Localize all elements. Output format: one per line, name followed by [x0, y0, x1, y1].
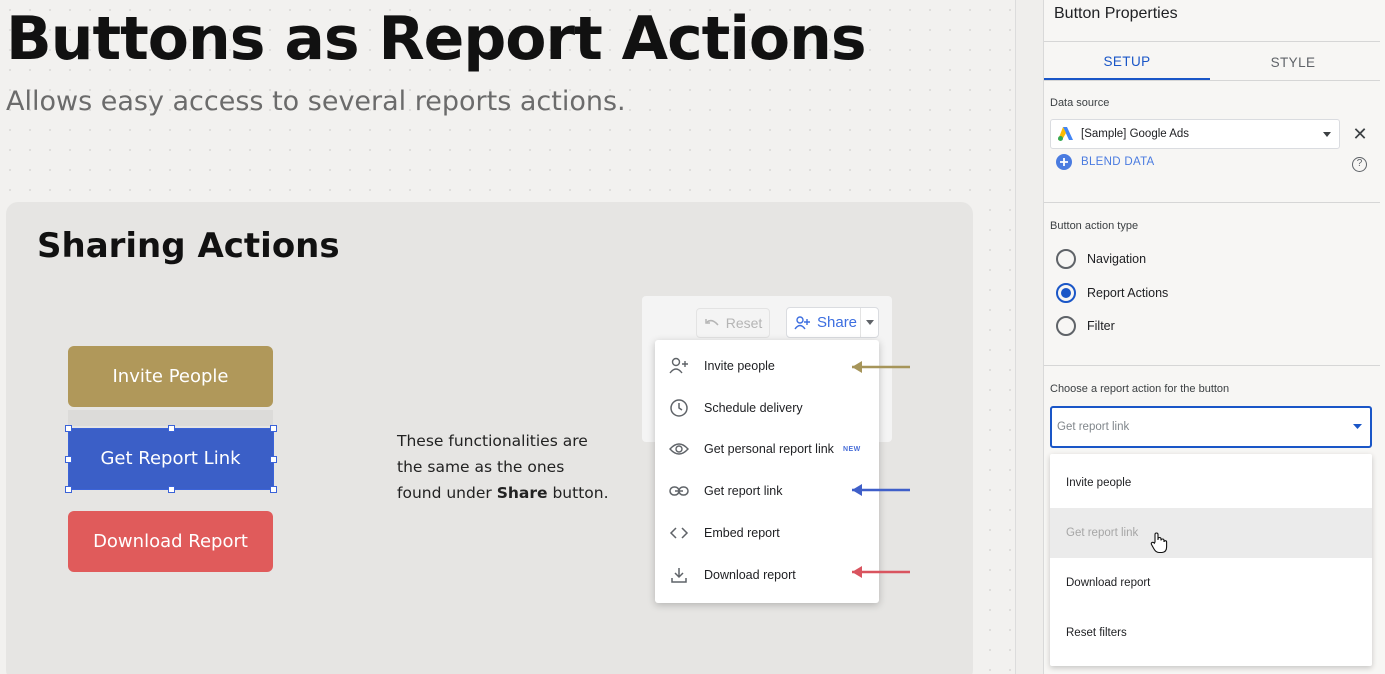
- invite-people-button[interactable]: Invite People: [68, 346, 273, 407]
- arrow-left-icon: [852, 484, 910, 496]
- download-report-button[interactable]: Download Report: [68, 511, 273, 572]
- person-add-icon: [669, 357, 688, 374]
- resize-handle[interactable]: [65, 425, 72, 432]
- radio-button-selected[interactable]: [1056, 283, 1076, 303]
- divider: [1044, 80, 1380, 81]
- card-title: Sharing Actions: [37, 226, 340, 266]
- resize-handle[interactable]: [65, 486, 72, 493]
- option-invite-people[interactable]: Invite people: [1050, 458, 1372, 508]
- eye-icon: [669, 443, 689, 455]
- tab-style[interactable]: STYLE: [1210, 44, 1376, 80]
- share-menu: Invite people Schedule delivery Get pers…: [655, 340, 879, 603]
- divider: [1044, 365, 1380, 366]
- blend-data-button[interactable]: BLEND DATA: [1056, 154, 1155, 170]
- code-icon: [669, 527, 689, 539]
- option-get-report-link[interactable]: Get report link: [1050, 508, 1372, 558]
- report-action-options: Invite people Get report link Download r…: [1050, 454, 1372, 666]
- resize-handle[interactable]: [65, 456, 72, 463]
- caret-down-icon: [1323, 132, 1331, 137]
- resize-handle[interactable]: [270, 486, 277, 493]
- divider: [1044, 41, 1380, 42]
- download-icon: [671, 568, 687, 583]
- caret-down-icon: [865, 320, 874, 325]
- help-icon[interactable]: ?: [1352, 157, 1367, 172]
- divider: [1044, 202, 1380, 203]
- resize-handle[interactable]: [270, 456, 277, 463]
- button-spacer: [68, 410, 273, 426]
- share-menu-item[interactable]: Invite people: [655, 346, 879, 386]
- clock-icon: [670, 399, 688, 417]
- panel-gutter: [1015, 0, 1043, 674]
- link-icon: [669, 486, 689, 496]
- undo-icon: [704, 319, 719, 326]
- radio-button[interactable]: [1056, 249, 1076, 269]
- tab-setup[interactable]: SETUP: [1044, 44, 1210, 80]
- share-menu-item[interactable]: Embed report: [655, 513, 879, 553]
- option-reset-filters[interactable]: Reset filters: [1050, 608, 1372, 658]
- person-add-icon: [794, 315, 810, 329]
- description-text: These functionalities are the same as th…: [397, 432, 609, 502]
- radio-filter[interactable]: Filter: [1056, 316, 1115, 336]
- radio-report-actions[interactable]: Report Actions: [1056, 283, 1168, 303]
- share-menu-item[interactable]: Schedule delivery: [655, 388, 879, 428]
- blend-data-label: BLEND DATA: [1081, 156, 1155, 168]
- action-type-label: Button action type: [1050, 220, 1139, 232]
- share-menu-item[interactable]: Download report: [655, 555, 879, 595]
- resize-handle[interactable]: [168, 486, 175, 493]
- button-properties-panel: Button Properties SETUP STYLE Data sourc…: [1043, 0, 1385, 674]
- selection-frame: [65, 425, 277, 493]
- resize-handle[interactable]: [270, 425, 277, 432]
- share-button[interactable]: Share: [786, 307, 879, 338]
- radio-button[interactable]: [1056, 316, 1076, 336]
- share-menu-item[interactable]: Get personal report link NEW: [655, 429, 879, 469]
- new-badge: NEW: [842, 445, 861, 453]
- data-source-value: [Sample] Google Ads: [1081, 128, 1190, 140]
- resize-handle[interactable]: [168, 425, 175, 432]
- arrow-left-icon: [852, 566, 910, 578]
- option-download-report[interactable]: Download report: [1050, 558, 1372, 608]
- reset-button[interactable]: Reset: [696, 308, 770, 338]
- close-icon[interactable]: ✕: [1352, 124, 1368, 144]
- share-label: Share: [817, 314, 858, 331]
- data-source-label: Data source: [1050, 97, 1110, 109]
- page-subtitle: Allows easy access to several reports ac…: [6, 86, 626, 117]
- radio-navigation[interactable]: Navigation: [1056, 249, 1146, 269]
- reset-label: Reset: [725, 315, 763, 331]
- arrow-left-icon: [852, 361, 910, 373]
- share-dropdown-toggle[interactable]: [860, 308, 878, 337]
- hand-cursor-icon: [1150, 532, 1168, 554]
- share-menu-item[interactable]: Get report link: [655, 471, 879, 511]
- choose-action-label: Choose a report action for the button: [1050, 383, 1230, 395]
- report-action-select[interactable]: Get report link: [1050, 406, 1372, 448]
- page-title: Buttons as Report Actions: [6, 4, 867, 74]
- data-source-select[interactable]: [Sample] Google Ads: [1050, 119, 1340, 149]
- google-ads-icon: [1058, 127, 1073, 141]
- add-circle-icon: [1056, 154, 1072, 170]
- report-action-value: Get report link: [1057, 421, 1130, 433]
- caret-down-icon: [1353, 424, 1362, 429]
- panel-title: Button Properties: [1054, 5, 1178, 22]
